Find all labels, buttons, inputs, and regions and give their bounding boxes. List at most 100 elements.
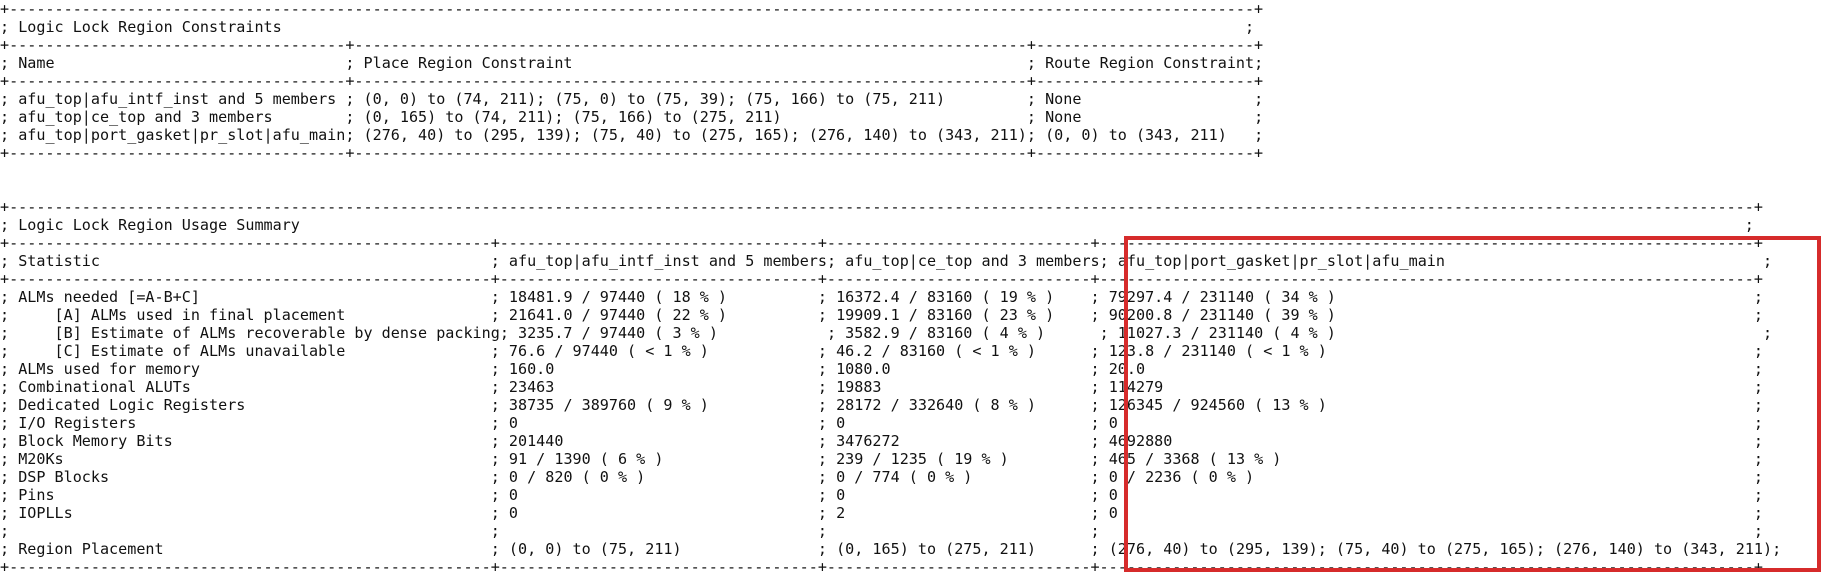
usage-cell: 0 <box>508 486 818 504</box>
usage-cell: Combinational ALUTs <box>18 378 491 396</box>
usage-cell: 3582.9 / 83160 ( 4 % ) <box>845 324 1100 342</box>
usage-cell: 0 / 2236 ( 0 % ) <box>1108 468 1754 486</box>
usage-cell: 3235.7 / 97440 ( 3 % ) <box>518 324 827 342</box>
constraints-title-row: ; Logic Lock Region Constraints ; <box>0 18 1255 36</box>
usage-cell: Region Placement <box>18 540 491 558</box>
usage-row: ; [B] Estimate of ALMs recoverable by de… <box>0 324 1773 342</box>
usage-cell: 0 <box>1108 414 1754 432</box>
usage-cell: 79297.4 / 231140 ( 34 % ) <box>1108 288 1754 306</box>
usage-cell: 21641.0 / 97440 ( 22 % ) <box>508 306 818 324</box>
usage-row: ; Block Memory Bits ; 201440 ; 3476272 ;… <box>0 432 1764 450</box>
usage-row: ; Dedicated Logic Registers ; 38735 / 38… <box>0 396 1764 414</box>
usage-cell: [B] Estimate of ALMs recoverable by dens… <box>18 324 500 342</box>
usage-cell: DSP Blocks <box>18 468 491 486</box>
usage-row: ; Combinational ALUTs ; 23463 ; 19883 ; … <box>0 378 1764 396</box>
usage-cell <box>836 522 1090 540</box>
constraints-separator: +-------------------------------------+-… <box>0 72 1264 90</box>
constraints-cell: (0, 165) to (74, 211); (75, 166) to (275… <box>363 108 1027 126</box>
usage-header-cell: Statistic <box>18 252 491 270</box>
usage-row: ; [A] ALMs used in final placement ; 216… <box>0 306 1764 324</box>
usage-cell: (276, 40) to (295, 139); (75, 40) to (27… <box>1108 540 1773 558</box>
usage-row: ; ALMs needed [=A-B+C] ; 18481.9 / 97440… <box>0 288 1764 306</box>
report-text: +---------------------------------------… <box>0 0 1781 576</box>
usage-cell: 465 / 3368 ( 13 % ) <box>1108 450 1754 468</box>
usage-cell: 16372.4 / 83160 ( 19 % ) <box>836 288 1091 306</box>
usage-cell: 160.0 <box>508 360 818 378</box>
usage-cell <box>1109 522 1754 540</box>
constraints-title: Logic Lock Region Constraints <box>18 18 1245 36</box>
usage-cell: 38735 / 389760 ( 9 % ) <box>508 396 818 414</box>
constraints-cell: afu_top|afu_intf_inst and 5 members <box>18 90 346 108</box>
usage-header-cell: afu_top|ce_top and 3 members <box>845 252 1100 270</box>
usage-cell: 4692880 <box>1108 432 1754 450</box>
usage-header-cell: afu_top|port_gasket|pr_slot|afu_main <box>1117 252 1764 270</box>
constraints-cell: None <box>1045 108 1255 126</box>
usage-cell: [A] ALMs used in final placement <box>18 306 491 324</box>
usage-cell <box>18 522 491 540</box>
usage-cell: Block Memory Bits <box>18 432 491 450</box>
usage-row: ; Region Placement ; (0, 0) to (75, 211)… <box>0 540 1782 558</box>
usage-cell: 0 <box>508 504 818 522</box>
usage-cell: 3476272 <box>836 432 1091 450</box>
usage-cell: 18481.9 / 97440 ( 18 % ) <box>508 288 818 306</box>
usage-row: ; ; ; ; ; <box>0 522 1764 540</box>
usage-header-cell: afu_top|afu_intf_inst and 5 members <box>508 252 827 270</box>
constraints-row: ; afu_top|ce_top and 3 members ; (0, 165… <box>0 108 1264 126</box>
constraints-cell: (0, 0) to (74, 211); (75, 0) to (75, 39)… <box>363 90 1027 108</box>
constraints-header-cell: Route Region Constraint <box>1045 54 1255 72</box>
usage-cell: ALMs used for memory <box>18 360 491 378</box>
usage-cell: 76.6 / 97440 ( < 1 % ) <box>508 342 818 360</box>
usage-border-top: +---------------------------------------… <box>0 198 1763 216</box>
usage-cell: 0 <box>836 414 1091 432</box>
constraints-cell: (0, 0) to (343, 211) <box>1045 126 1255 144</box>
usage-row: ; ALMs used for memory ; 160.0 ; 1080.0 … <box>0 360 1764 378</box>
usage-separator: +---------------------------------------… <box>0 234 1763 252</box>
usage-cell: Dedicated Logic Registers <box>18 396 491 414</box>
usage-cell: I/O Registers <box>18 414 491 432</box>
usage-row: ; IOPLLs ; 0 ; 2 ; 0 ; <box>0 504 1764 522</box>
constraints-separator: +-------------------------------------+-… <box>0 36 1264 54</box>
usage-cell: 0 <box>836 486 1091 504</box>
usage-cell: 0 / 774 ( 0 % ) <box>836 468 1091 486</box>
usage-cell: 20.0 <box>1108 360 1754 378</box>
usage-separator: +---------------------------------------… <box>0 270 1763 288</box>
usage-row: ; DSP Blocks ; 0 / 820 ( 0 % ) ; 0 / 774… <box>0 468 1764 486</box>
usage-cell: [C] Estimate of ALMs unavailable <box>18 342 491 360</box>
usage-row: ; I/O Registers ; 0 ; 0 ; 0 ; <box>0 414 1764 432</box>
constraints-cell: (276, 40) to (295, 139); (75, 40) to (27… <box>363 126 1027 144</box>
usage-cell: 0 <box>508 414 818 432</box>
usage-cell: 28172 / 332640 ( 8 % ) <box>836 396 1091 414</box>
usage-cell: 126345 / 924560 ( 13 % ) <box>1108 396 1754 414</box>
usage-cell: Pins <box>18 486 491 504</box>
constraints-border-top: +---------------------------------------… <box>0 0 1264 18</box>
usage-cell: 0 / 820 ( 0 % ) <box>508 468 818 486</box>
constraints-header-row: ; Name ; Place Region Constraint ; Route… <box>0 54 1264 72</box>
constraints-cell: afu_top|ce_top and 3 members <box>18 108 346 126</box>
constraints-header-cell: Name <box>18 54 346 72</box>
usage-cell: 19883 <box>836 378 1091 396</box>
usage-cell: 91 / 1390 ( 6 % ) <box>508 450 818 468</box>
usage-cell: 19909.1 / 83160 ( 23 % ) <box>836 306 1091 324</box>
usage-cell: M20Ks <box>18 450 491 468</box>
usage-cell: 239 / 1235 ( 19 % ) <box>836 450 1091 468</box>
usage-cell: 201440 <box>508 432 818 450</box>
usage-cell: 2 <box>836 504 1091 522</box>
constraints-header-cell: Place Region Constraint <box>363 54 1027 72</box>
constraints-cell: afu_top|port_gasket|pr_slot|afu_main <box>18 126 346 144</box>
usage-cell: 114279 <box>1108 378 1754 396</box>
constraints-cell: None <box>1045 90 1255 108</box>
constraints-border-bottom: +-------------------------------------+-… <box>0 144 1264 162</box>
usage-cell: 23463 <box>508 378 818 396</box>
usage-cell: 123.8 / 231140 ( < 1 % ) <box>1108 342 1754 360</box>
usage-row: ; [C] Estimate of ALMs unavailable ; 76.… <box>0 342 1764 360</box>
usage-row: ; Pins ; 0 ; 0 ; 0 ; <box>0 486 1764 504</box>
usage-cell: IOPLLs <box>18 504 491 522</box>
usage-cell: 1080.0 <box>836 360 1091 378</box>
usage-cell: (0, 165) to (275, 211) <box>836 540 1091 558</box>
constraints-row: ; afu_top|port_gasket|pr_slot|afu_main; … <box>0 126 1264 144</box>
usage-cell: (0, 0) to (75, 211) <box>508 540 818 558</box>
usage-cell: 0 <box>1108 504 1754 522</box>
usage-cell: 46.2 / 83160 ( < 1 % ) <box>836 342 1091 360</box>
